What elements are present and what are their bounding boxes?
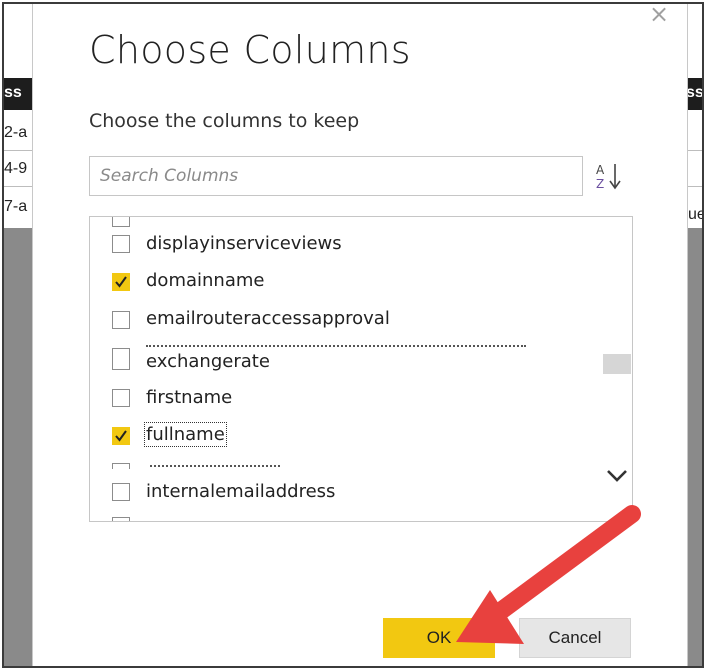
cancel-button[interactable]: Cancel bbox=[519, 618, 631, 658]
background-row-divider bbox=[4, 150, 32, 151]
list-item-label: fullname bbox=[144, 422, 227, 447]
background-row-divider bbox=[4, 186, 32, 187]
checkbox-fullname[interactable] bbox=[112, 427, 130, 445]
list-item-label: exchangerate bbox=[146, 351, 270, 372]
columns-list[interactable]: displayinserviceviews domainname emailro… bbox=[89, 216, 633, 522]
dialog-subtitle: Choose the columns to keep bbox=[89, 110, 360, 132]
checkbox[interactable] bbox=[112, 217, 130, 227]
checkbox[interactable] bbox=[112, 463, 130, 469]
checkbox-emailrouteraccessapproval[interactable] bbox=[112, 311, 130, 329]
search-columns-field[interactable] bbox=[89, 156, 583, 196]
list-item-label: emailrouteraccessapproval bbox=[146, 308, 390, 329]
checkbox-displayinserviceviews[interactable] bbox=[112, 235, 130, 253]
background-header-right: ss1 bbox=[686, 84, 704, 101]
background-header-left: ss bbox=[4, 84, 22, 101]
list-item-label: domainname bbox=[146, 270, 265, 291]
svg-text:A: A bbox=[596, 163, 605, 177]
window-frame: ss 2-a 4-9 7-a ss1 ue × Choose Columns C… bbox=[2, 2, 704, 668]
checkbox-internalemailaddress[interactable] bbox=[112, 483, 130, 501]
background-cell: 2-a bbox=[4, 124, 28, 141]
checkbox-domainname[interactable] bbox=[112, 273, 130, 291]
background-cell: ue bbox=[688, 206, 702, 223]
scrollbar-thumb[interactable] bbox=[603, 354, 631, 374]
checkbox-firstname[interactable] bbox=[112, 389, 130, 407]
chevron-down-icon[interactable] bbox=[605, 466, 629, 486]
search-input[interactable] bbox=[90, 157, 582, 195]
list-item-label: displayinserviceviews bbox=[146, 233, 342, 254]
background-cell: 4-9 bbox=[4, 160, 28, 177]
background-cell: 7-a bbox=[4, 198, 28, 215]
clipped-item-top bbox=[150, 217, 270, 219]
svg-text:Z: Z bbox=[596, 177, 604, 191]
sort-az-icon[interactable]: A Z bbox=[593, 160, 627, 194]
close-icon[interactable]: × bbox=[649, 4, 669, 28]
list-item-label: internalemailaddress bbox=[146, 481, 336, 502]
background-row-divider bbox=[688, 150, 702, 151]
clipped-item bbox=[150, 465, 280, 471]
checkbox-exchangerate[interactable] bbox=[112, 348, 130, 370]
checkbox[interactable] bbox=[112, 517, 130, 521]
background-row-divider bbox=[688, 186, 702, 187]
dialog-title: Choose Columns bbox=[89, 28, 411, 72]
list-item-label: firstname bbox=[146, 387, 233, 408]
choose-columns-dialog: × Choose Columns Choose the columns to k… bbox=[32, 4, 688, 666]
ok-button[interactable]: OK bbox=[383, 618, 495, 658]
background-grid-left-shade bbox=[4, 228, 32, 666]
list-scrollbar[interactable] bbox=[601, 216, 633, 522]
